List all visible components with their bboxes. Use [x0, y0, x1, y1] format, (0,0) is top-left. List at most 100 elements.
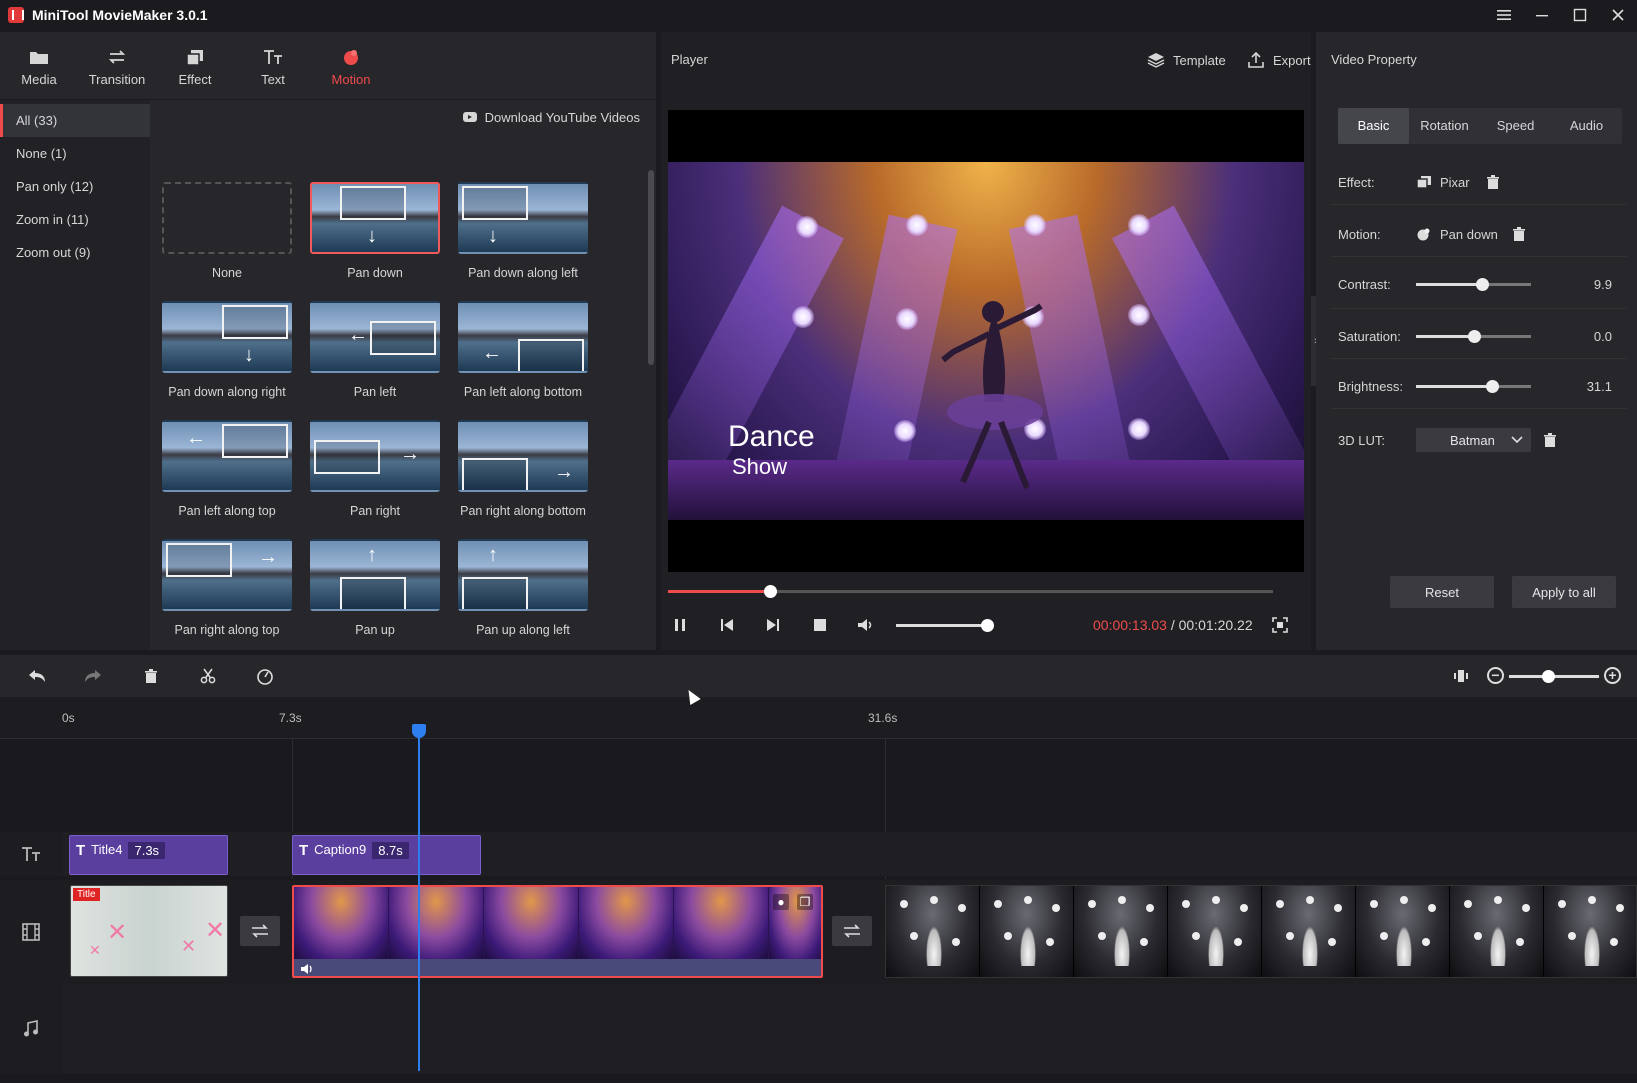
minimize-icon[interactable] [1523, 0, 1561, 30]
menu-icon[interactable] [1485, 0, 1523, 30]
category-all[interactable]: All (33) [0, 104, 150, 137]
pause-button[interactable] [665, 610, 695, 640]
motion-tile-none[interactable]: None [162, 182, 292, 280]
fullscreen-button[interactable] [1265, 610, 1295, 640]
video-caption-subtitle: Show [732, 454, 788, 479]
motion-tile-pan-left-along-bottom[interactable]: ← Pan left along bottom [458, 301, 588, 399]
contrast-knob[interactable] [1475, 277, 1489, 291]
zoom-out-icon[interactable]: − [1487, 667, 1504, 684]
effect-icon [1416, 176, 1431, 189]
category-pan-only[interactable]: Pan only (12) [0, 170, 150, 203]
previous-frame-button[interactable] [712, 610, 742, 640]
motion-tile-pan-down[interactable]: ↓ Pan down [310, 182, 440, 280]
timeline-zoom-slider[interactable] [1509, 670, 1599, 683]
tool-text[interactable]: Text [234, 32, 312, 100]
motion-tile-pan-up-along-left[interactable]: ↑ Pan up along left [458, 539, 588, 637]
motion-tile-pan-left-along-top[interactable]: ← Pan left along top [162, 420, 292, 518]
trash-icon[interactable] [1512, 226, 1526, 242]
reset-button[interactable]: Reset [1390, 576, 1494, 608]
saturation-knob[interactable] [1467, 329, 1481, 343]
transition-slot-button[interactable] [240, 916, 280, 946]
motion-tile-pan-right[interactable]: → Pan right [310, 420, 440, 518]
fit-timeline-button[interactable] [1446, 661, 1476, 691]
tool-effect[interactable]: Effect [156, 32, 234, 100]
playback-progress-bar[interactable] [668, 585, 1273, 598]
split-button[interactable] [193, 661, 223, 691]
title-clip[interactable]: Title ✕ ✕ ✕ ✕ [70, 885, 228, 977]
window-controls [1485, 0, 1637, 30]
motion-icon [341, 46, 361, 68]
speed-button[interactable] [250, 661, 280, 691]
saturation-value: 0.0 [1593, 328, 1612, 344]
saturation-slider[interactable] [1416, 329, 1531, 343]
undo-button[interactable] [22, 661, 52, 691]
clip-frame [1262, 886, 1356, 977]
apply-to-all-button[interactable]: Apply to all [1512, 576, 1616, 608]
player-controls: 00:00:13.03 / 00:01:20.22 [661, 610, 1311, 640]
template-button[interactable]: Template [1147, 46, 1226, 74]
volume-knob[interactable] [981, 619, 995, 632]
motion-thumbnail: ← [162, 420, 292, 492]
tool-motion[interactable]: Motion [312, 32, 390, 100]
transition-slot-button[interactable] [832, 916, 872, 946]
delete-button[interactable] [136, 661, 166, 691]
trash-icon[interactable] [1543, 432, 1557, 448]
dance-video-clip[interactable]: ● ❐ [292, 885, 823, 978]
zoom-knob[interactable] [1541, 670, 1555, 683]
motion-thumbnail: ← [310, 301, 440, 373]
motion-tile-pan-left[interactable]: ← Pan left [310, 301, 440, 399]
next-frame-button[interactable] [758, 610, 788, 640]
playhead-handle[interactable] [412, 724, 426, 738]
pink-mark: ✕ [181, 936, 197, 956]
volume-icon[interactable] [300, 963, 316, 975]
brightness-slider[interactable] [1416, 379, 1531, 393]
progress-knob[interactable] [764, 585, 778, 598]
stage-light [1146, 904, 1154, 912]
volume-button[interactable] [851, 610, 881, 640]
stop-button[interactable] [805, 610, 835, 640]
pink-mark: ✕ [205, 917, 226, 944]
tool-transition[interactable]: Transition [78, 32, 156, 100]
motion-grid-scrollbar[interactable] [648, 170, 654, 365]
motion-tile-pan-down-along-left[interactable]: ↓ Pan down along left [458, 182, 588, 280]
motion-tile-label: Pan right along top [174, 623, 280, 637]
download-youtube-label: Download YouTube Videos [484, 109, 640, 125]
playhead-line[interactable] [418, 724, 420, 1071]
ballet-video-clip[interactable] [885, 885, 1637, 978]
motion-arrow-icon: ← [482, 342, 502, 364]
maximize-icon[interactable] [1561, 0, 1599, 30]
text-clip-title4[interactable]: T Title4 7.3s [69, 835, 228, 875]
close-icon[interactable] [1599, 0, 1637, 30]
tab-audio[interactable]: Audio [1551, 108, 1622, 144]
category-none[interactable]: None (1) [0, 137, 150, 170]
brightness-knob[interactable] [1485, 379, 1499, 393]
saturation-row: Saturation: 0.0 [1338, 324, 1628, 348]
lut-select[interactable]: Batman [1416, 428, 1531, 452]
motion-frame-indicator [518, 339, 584, 371]
stage-light [958, 904, 966, 912]
separator [1331, 204, 1627, 205]
tab-basic[interactable]: Basic [1338, 108, 1409, 144]
download-youtube-link[interactable]: Download YouTube Videos [150, 100, 656, 134]
video-preview[interactable]: Dance Show [668, 110, 1304, 572]
motion-tile-pan-down-along-right[interactable]: ↓ Pan down along right [162, 301, 292, 399]
pink-mark: ✕ [89, 942, 101, 958]
tool-media[interactable]: Media [0, 32, 78, 100]
motion-badge-icon: ● [773, 894, 789, 910]
redo-button[interactable] [78, 661, 108, 691]
motion-tile-pan-right-along-bottom[interactable]: → Pan right along bottom [458, 420, 588, 518]
tab-speed[interactable]: Speed [1480, 108, 1551, 144]
contrast-slider[interactable] [1416, 277, 1531, 291]
timeline-ruler[interactable]: 0s 7.3s 31.6s [0, 697, 1637, 739]
motion-tile-pan-right-along-top[interactable]: → Pan right along top [162, 539, 292, 637]
export-button[interactable]: Export [1247, 46, 1311, 74]
category-zoom-in[interactable]: Zoom in (11) [0, 203, 150, 236]
tab-rotation[interactable]: Rotation [1409, 108, 1480, 144]
category-zoom-out[interactable]: Zoom out (9) [0, 236, 150, 269]
text-clip-name: Title4 [91, 842, 123, 857]
motion-tile-pan-up[interactable]: ↑ Pan up [310, 539, 440, 637]
zoom-in-icon[interactable]: + [1604, 667, 1621, 684]
volume-slider[interactable] [896, 619, 995, 632]
text-clip-caption9[interactable]: T Caption9 8.7s [292, 835, 481, 875]
trash-icon[interactable] [1486, 174, 1500, 190]
